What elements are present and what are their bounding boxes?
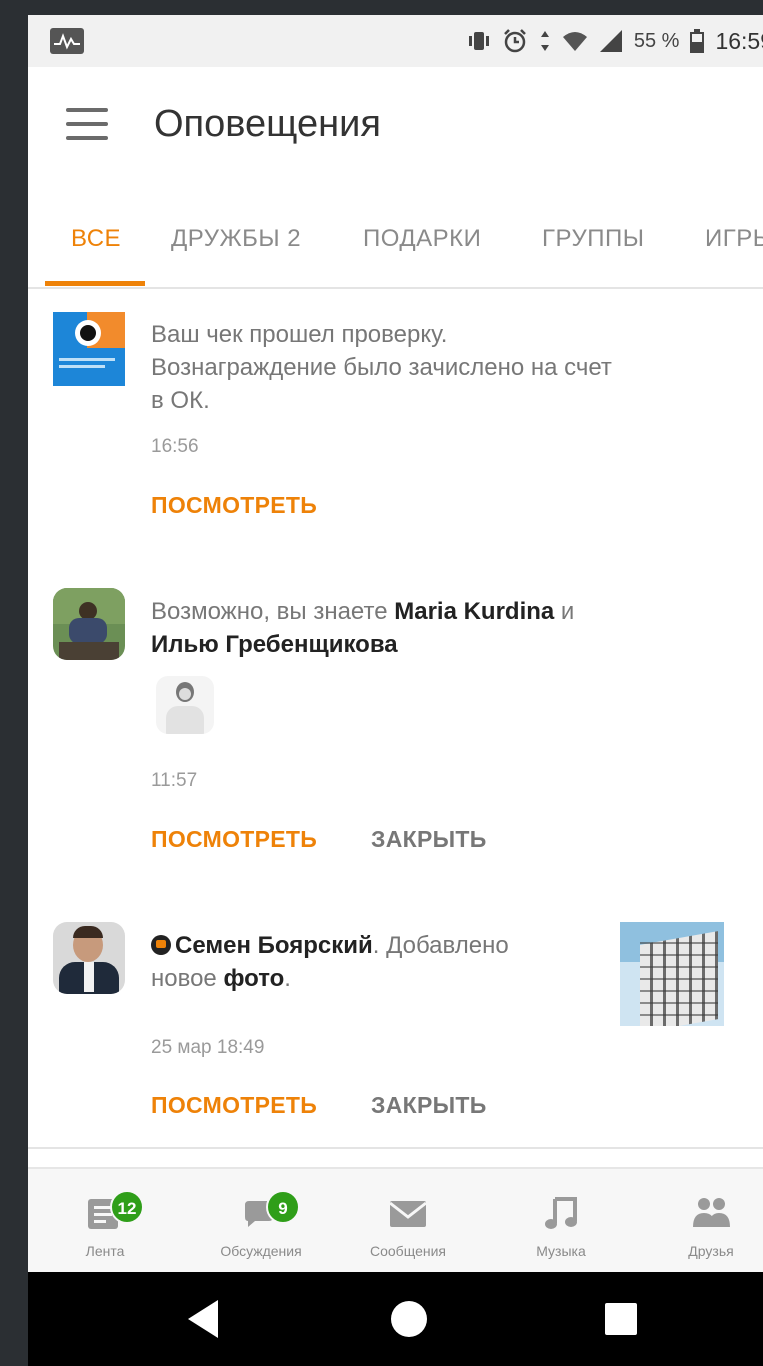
tab-games[interactable]: ИГРЫ [705, 225, 763, 253]
notification-text: Семен Боярский. Добавлено новое фото. [151, 932, 509, 992]
status-bar: 55 % 16:59 [28, 15, 763, 67]
user-name-link[interactable]: Семен Боярский [175, 932, 373, 959]
view-button[interactable]: ПОСМОТРЕТЬ [151, 1092, 317, 1119]
nav-discussions[interactable]: 9 Обсуждения [196, 1169, 326, 1274]
nav-friends[interactable]: Друзья [646, 1169, 763, 1274]
home-icon[interactable] [382, 1292, 436, 1346]
vibrate-icon [468, 32, 489, 50]
notification-text: Ваш чек прошел проверку. Вознаграждение … [151, 321, 612, 414]
active-tab-indicator [45, 281, 145, 286]
nav-feed[interactable]: 12 Лента [40, 1169, 170, 1274]
discussions-badge: 9 [266, 1190, 300, 1224]
notification-time: 16:56 [151, 436, 199, 457]
music-note-icon [545, 1197, 577, 1229]
view-button[interactable]: ПОСМОТРЕТЬ [151, 492, 317, 519]
notification-card: Ваш чек прошел проверку. Вознаграждение … [28, 289, 763, 565]
bottom-navigation: 12 Лента 9 Обсуждения Сообщения Музыка Д… [28, 1167, 763, 1274]
view-button[interactable]: ПОСМОТРЕТЬ [151, 826, 317, 853]
signal-icon [599, 30, 622, 52]
page-title: Оповещения [154, 103, 381, 145]
notification-card: Семен Боярский. Добавлено новое фото. 25… [28, 897, 763, 1149]
notification-text: Возможно, вы знаете Maria Kurdina и Илью… [151, 598, 575, 658]
status-icons: 55 % 16:59 [466, 27, 763, 55]
app-bar: Оповещения [28, 67, 763, 187]
avatar[interactable] [53, 922, 125, 994]
nav-music[interactable]: Музыка [496, 1169, 626, 1274]
suggested-user-avatar[interactable] [156, 676, 214, 734]
tab-gifts[interactable]: ПОДАРКИ [363, 225, 481, 253]
phone-screen: 55 % 16:59 Оповещения ВСЕ ДРУЖБЫ 2 ПОДАР… [28, 15, 763, 1366]
envelope-icon [389, 1201, 427, 1227]
recents-icon[interactable] [594, 1292, 648, 1346]
data-transfer-icon [540, 31, 549, 51]
tab-friendships[interactable]: ДРУЖБЫ 2 [171, 225, 301, 253]
activity-notification-icon [50, 28, 84, 54]
feed-badge: 12 [110, 1190, 144, 1224]
close-button[interactable]: ЗАКРЫТЬ [371, 1092, 487, 1119]
notification-card: Возможно, вы знаете Maria Kurdina и Илью… [28, 563, 763, 899]
user-name-link[interactable]: Илью Гребенщикова [151, 631, 398, 658]
notification-time: 11:57 [151, 770, 198, 791]
photo-link[interactable]: фото [223, 965, 284, 992]
avatar[interactable] [53, 588, 125, 660]
battery-icon [690, 29, 705, 53]
nav-messages[interactable]: Сообщения [343, 1169, 473, 1274]
friends-icon [693, 1198, 730, 1227]
user-name-link[interactable]: Maria Kurdina [394, 598, 554, 625]
tab-all[interactable]: ВСЕ [71, 225, 121, 253]
wifi-icon [562, 32, 587, 51]
close-button[interactable]: ЗАКРЫТЬ [371, 826, 487, 853]
tab-groups[interactable]: ГРУППЫ [542, 225, 644, 253]
battery-percent: 55 % [633, 29, 680, 52]
ok-crown-icon [151, 935, 171, 955]
alarm-icon [503, 29, 526, 53]
hamburger-menu-icon[interactable] [66, 108, 108, 140]
system-navigation-bar [28, 1272, 763, 1366]
notification-time: 25 мар 18:49 [151, 1037, 265, 1058]
back-icon[interactable] [178, 1292, 232, 1346]
notification-tabs: ВСЕ ДРУЖБЫ 2 ПОДАРКИ ГРУППЫ ИГРЫ [28, 187, 763, 289]
clock: 16:59 [715, 27, 763, 54]
promo-image [53, 312, 125, 386]
photo-thumbnail[interactable] [620, 922, 724, 1026]
